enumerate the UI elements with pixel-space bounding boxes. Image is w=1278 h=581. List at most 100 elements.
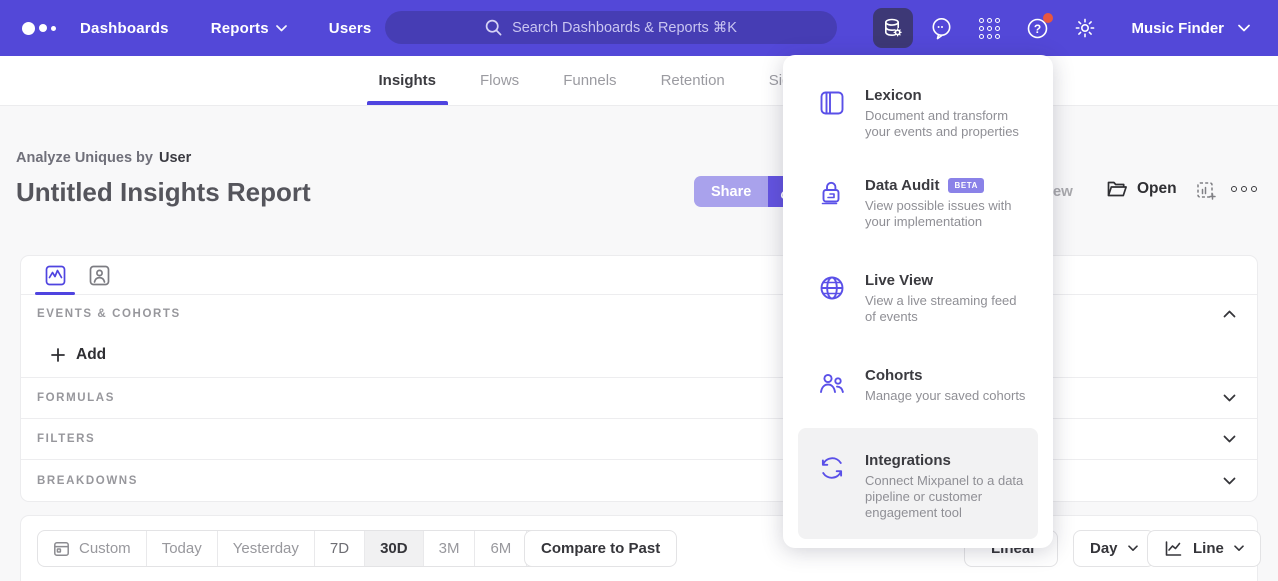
- chevron-down-icon[interactable]: [1223, 477, 1236, 485]
- help-icon[interactable]: ?: [1017, 8, 1057, 48]
- section-breakdowns[interactable]: BREAKDOWNS: [21, 460, 1257, 501]
- open-report-button[interactable]: Open: [1106, 179, 1177, 198]
- date-7d-button[interactable]: 7D: [314, 531, 364, 566]
- date-today-button[interactable]: Today: [146, 531, 217, 566]
- line-chart-icon: [1164, 540, 1183, 557]
- report-subtitle: Analyze Uniques by User: [16, 150, 191, 166]
- date-custom-button[interactable]: Custom: [38, 531, 146, 566]
- section-formulas[interactable]: FORMULAS: [21, 378, 1257, 419]
- chart-controls-panel: Custom Today Yesterday 7D 30D 3M 6M 12M …: [20, 515, 1258, 581]
- nav-reports-label: Reports: [211, 20, 269, 37]
- chart-type-label: Line: [1193, 540, 1224, 557]
- folder-open-icon: [1106, 179, 1128, 198]
- search-placeholder: Search Dashboards & Reports ⌘K: [512, 20, 737, 36]
- events-cohorts-label: EVENTS & COHORTS: [37, 308, 181, 320]
- add-event-button[interactable]: Add: [51, 346, 106, 364]
- query-builder-panel: EVENTS & COHORTS Add FORMULAS FILTERS BR…: [20, 255, 1258, 502]
- events-add-row: Add: [21, 332, 1257, 378]
- nav-reports[interactable]: Reports: [211, 20, 287, 37]
- section-events-cohorts[interactable]: EVENTS & COHORTS: [21, 295, 1257, 332]
- chart-metrics-icon: [45, 265, 66, 286]
- tab-flows-label: Flows: [480, 72, 519, 89]
- add-to-board-icon[interactable]: [1196, 181, 1218, 203]
- book-icon: [818, 87, 848, 140]
- people-icon: [818, 367, 848, 404]
- chevron-down-icon: [1234, 545, 1244, 552]
- menu-item-integrations[interactable]: Integrations Connect Mixpanel to a data …: [798, 428, 1038, 539]
- chevron-down-icon: [276, 25, 287, 32]
- date-custom-label: Custom: [79, 540, 131, 557]
- notification-dot: [1043, 13, 1053, 23]
- compare-label: Compare to Past: [541, 540, 660, 557]
- menu-item-data-audit[interactable]: Data Audit BETA View possible issues wit…: [798, 167, 1038, 240]
- chevron-up-icon[interactable]: [1223, 310, 1236, 318]
- svg-text:?: ?: [1034, 22, 1041, 36]
- date-range-segmented-control: Custom Today Yesterday 7D 30D 3M 6M 12M: [37, 530, 587, 567]
- apps-grid-icon[interactable]: [969, 8, 1009, 48]
- nav-users-label: Users: [329, 20, 372, 37]
- top-navigation-bar: Dashboards Reports Users Search Dashboar…: [0, 0, 1278, 56]
- tab-flows[interactable]: Flows: [458, 56, 541, 105]
- date-3m-button[interactable]: 3M: [423, 531, 475, 566]
- data-audit-description: View possible issues with your implement…: [865, 198, 1030, 230]
- interval-label: Day: [1090, 540, 1118, 557]
- cohorts-title: Cohorts: [865, 367, 923, 384]
- report-title[interactable]: Untitled Insights Report: [16, 177, 311, 208]
- plus-icon: [51, 348, 65, 362]
- data-management-dropdown: Lexicon Document and transform your even…: [783, 55, 1053, 548]
- chevron-down-icon[interactable]: [1223, 394, 1236, 402]
- app-window: Dashboards Reports Users Search Dashboar…: [0, 0, 1278, 581]
- user-profiles-tab[interactable]: [77, 256, 121, 294]
- menu-item-cohorts[interactable]: Cohorts Manage your saved cohorts: [798, 357, 1038, 414]
- date-6m-button[interactable]: 6M: [474, 531, 526, 566]
- compare-to-past-button[interactable]: Compare to Past: [524, 530, 677, 567]
- project-name: Music Finder: [1131, 20, 1224, 37]
- calendar-icon: [53, 540, 70, 557]
- breakdowns-label: BREAKDOWNS: [37, 475, 138, 487]
- date-yesterday-label: Yesterday: [233, 540, 299, 557]
- add-label: Add: [76, 346, 106, 364]
- globe-icon: [818, 272, 848, 325]
- menu-item-lexicon[interactable]: Lexicon Document and transform your even…: [798, 77, 1038, 150]
- date-3m-label: 3M: [439, 540, 460, 557]
- nav-users[interactable]: Users: [329, 20, 372, 37]
- more-actions-button[interactable]: [1231, 186, 1257, 192]
- tab-retention-label: Retention: [661, 72, 725, 89]
- chevron-down-icon[interactable]: [1223, 435, 1236, 443]
- subtitle-prefix: Analyze Uniques by: [16, 150, 153, 166]
- share-label: Share: [711, 184, 751, 200]
- section-filters[interactable]: FILTERS: [21, 419, 1257, 460]
- settings-gear-icon[interactable]: [1065, 8, 1105, 48]
- lexicon-title: Lexicon: [865, 87, 922, 104]
- subtitle-measure[interactable]: User: [159, 150, 191, 166]
- data-audit-title: Data Audit: [865, 177, 939, 194]
- share-button[interactable]: Share: [694, 176, 768, 207]
- date-30d-button-selected[interactable]: 30D: [364, 531, 423, 566]
- mixpanel-logo[interactable]: [22, 22, 66, 35]
- feedback-icon[interactable]: [921, 8, 961, 48]
- menu-item-live-view[interactable]: Live View View a live streaming feed of …: [798, 262, 1038, 335]
- integrations-title: Integrations: [865, 452, 951, 469]
- chevron-down-icon: [1238, 24, 1250, 32]
- date-6m-label: 6M: [490, 540, 511, 557]
- date-7d-label: 7D: [330, 540, 349, 557]
- nav-dashboards[interactable]: Dashboards: [80, 20, 169, 37]
- padlock-icon: [818, 177, 848, 230]
- cohorts-description: Manage your saved cohorts: [865, 388, 1025, 404]
- interval-dropdown[interactable]: Day: [1073, 530, 1155, 567]
- lexicon-description: Document and transform your events and p…: [865, 108, 1030, 140]
- chart-type-dropdown[interactable]: Line: [1147, 530, 1261, 567]
- tab-retention[interactable]: Retention: [639, 56, 747, 105]
- data-management-icon[interactable]: [873, 8, 913, 48]
- tab-funnels[interactable]: Funnels: [541, 56, 638, 105]
- primary-nav: Dashboards Reports Users: [80, 20, 371, 37]
- topbar-actions: ? Music Finder: [873, 0, 1278, 56]
- search-input[interactable]: Search Dashboards & Reports ⌘K: [385, 11, 837, 44]
- metrics-tab[interactable]: [33, 256, 77, 294]
- builder-tabs: [21, 256, 1257, 295]
- sync-icon: [818, 452, 848, 521]
- tab-insights[interactable]: Insights: [357, 56, 459, 105]
- beta-badge: BETA: [948, 178, 984, 193]
- project-switcher[interactable]: Music Finder: [1131, 20, 1250, 37]
- date-yesterday-button[interactable]: Yesterday: [217, 531, 314, 566]
